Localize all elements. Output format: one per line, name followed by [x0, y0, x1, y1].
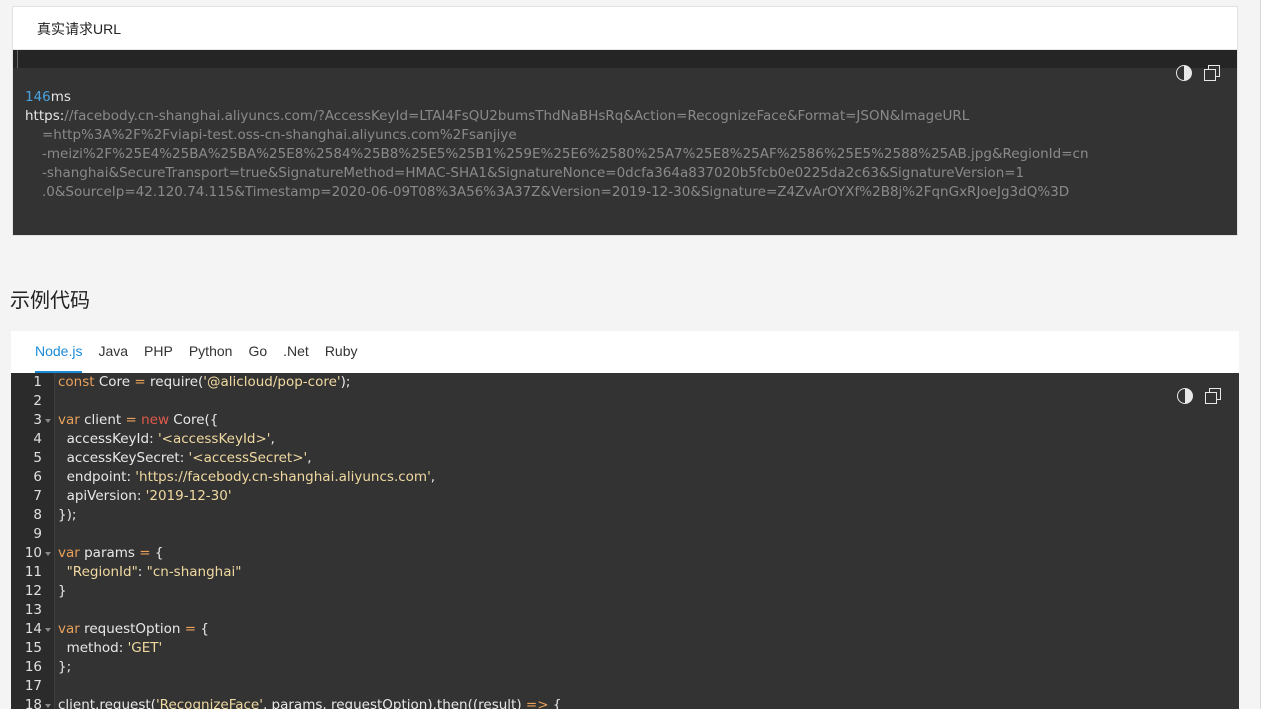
url-text-line-1: https://facebody.cn-shanghai.aliyuncs.co…: [25, 108, 970, 124]
code-line: endpoint: 'https://facebody.cn-shanghai.…: [58, 469, 436, 485]
line-number[interactable]: 10: [11, 544, 54, 563]
tab-node-js[interactable]: Node.js: [35, 331, 83, 373]
line-number: 11: [24, 564, 42, 580]
url-text-line-4: -shanghai&SecureTransport=true&Signature…: [42, 165, 1025, 181]
code-line: apiVersion: '2019-12-30': [58, 488, 232, 504]
code-line: var client = new Core({: [58, 412, 219, 428]
response-time: 146ms: [25, 89, 71, 105]
code-line: var requestOption = {: [58, 621, 209, 637]
tab-request-url[interactable]: 真实请求URL: [37, 19, 121, 39]
line-number[interactable]: 3: [11, 411, 54, 430]
line-number: 5: [33, 450, 42, 466]
url-toolbar: [1176, 65, 1221, 81]
code-line: method: 'GET': [58, 640, 163, 656]
language-tabs: Node.js Java PHP Python Go .Net Ruby: [11, 331, 1239, 373]
code-line: client.request('RecognizeFace', params, …: [58, 697, 562, 709]
url-text-line-3: -meizi%2F%25E4%25BA%25BA%25E8%2584%25B8%…: [42, 146, 1089, 162]
sample-code-title: 示例代码: [10, 290, 90, 312]
tab-go[interactable]: Go: [248, 331, 267, 373]
contrast-icon[interactable]: [1177, 388, 1193, 404]
code-line: var params = {: [58, 545, 164, 561]
contrast-icon[interactable]: [1176, 65, 1192, 81]
tab-java[interactable]: Java: [98, 331, 128, 373]
code-toolbar: [1177, 388, 1222, 404]
line-number: 8: [33, 507, 42, 523]
url-tab-bar: 真实请求URL: [13, 7, 1237, 50]
copy-icon[interactable]: [1205, 388, 1222, 404]
code-line: });: [58, 507, 77, 523]
code-line: const Core = require('@alicloud/pop-core…: [58, 374, 351, 390]
code-line: };: [58, 659, 72, 675]
url-output: 146ms https://facebody.cn-shanghai.aliyu…: [13, 68, 1237, 202]
line-number: 7: [33, 488, 42, 504]
sample-code-panel: Node.js Java PHP Python Go .Net Ruby 123456789…: [11, 331, 1239, 709]
url-text-line-5: .0&SourceIp=42.120.74.115&Timestamp=2020…: [42, 184, 1070, 200]
code-line: accessKeyId: '<accessKeyId>',: [58, 431, 275, 447]
code-editor[interactable]: 1 2 3 4 5 6 7 8 9 10 11 12 13 14 15 16 17 18 const Core =…: [11, 373, 1239, 709]
copy-icon[interactable]: [1204, 65, 1221, 81]
tab-ruby[interactable]: Ruby: [325, 331, 358, 373]
code-content[interactable]: const Core = require('@alicloud/pop-core…: [55, 373, 561, 709]
line-number-gutter: 1 2 3 4 5 6 7 8 9 10 11 12 13 14 15 16 17 18: [11, 373, 55, 709]
line-number[interactable]: 18: [11, 696, 54, 709]
code-line: "RegionId": "cn-shanghai": [66, 564, 242, 580]
line-number[interactable]: 14: [11, 620, 54, 639]
request-url-panel: 真实请求URL 146ms https://facebody.cn-shangh…: [12, 6, 1238, 236]
tab-php[interactable]: PHP: [144, 331, 173, 373]
line-number: 2: [33, 393, 42, 409]
code-line: }: [58, 583, 67, 599]
line-number: 15: [24, 640, 42, 656]
code-line: accessKeySecret: '<accessSecret>',: [58, 450, 312, 466]
line-number: 9: [33, 526, 42, 542]
line-number: 6: [33, 469, 42, 485]
line-number: 12: [24, 583, 42, 599]
line-number: 17: [24, 678, 42, 694]
text-cursor: [17, 50, 18, 68]
line-number: 13: [24, 602, 42, 618]
url-input-strip[interactable]: [13, 50, 1237, 68]
tab-net[interactable]: .Net: [283, 331, 309, 373]
line-number: 4: [33, 431, 42, 447]
line-number: 1: [33, 374, 42, 390]
line-number: 16: [24, 659, 42, 675]
tab-python[interactable]: Python: [189, 331, 233, 373]
url-text-line-2: =http%3A%2F%2Fviapi-test.oss-cn-shanghai…: [42, 127, 517, 143]
